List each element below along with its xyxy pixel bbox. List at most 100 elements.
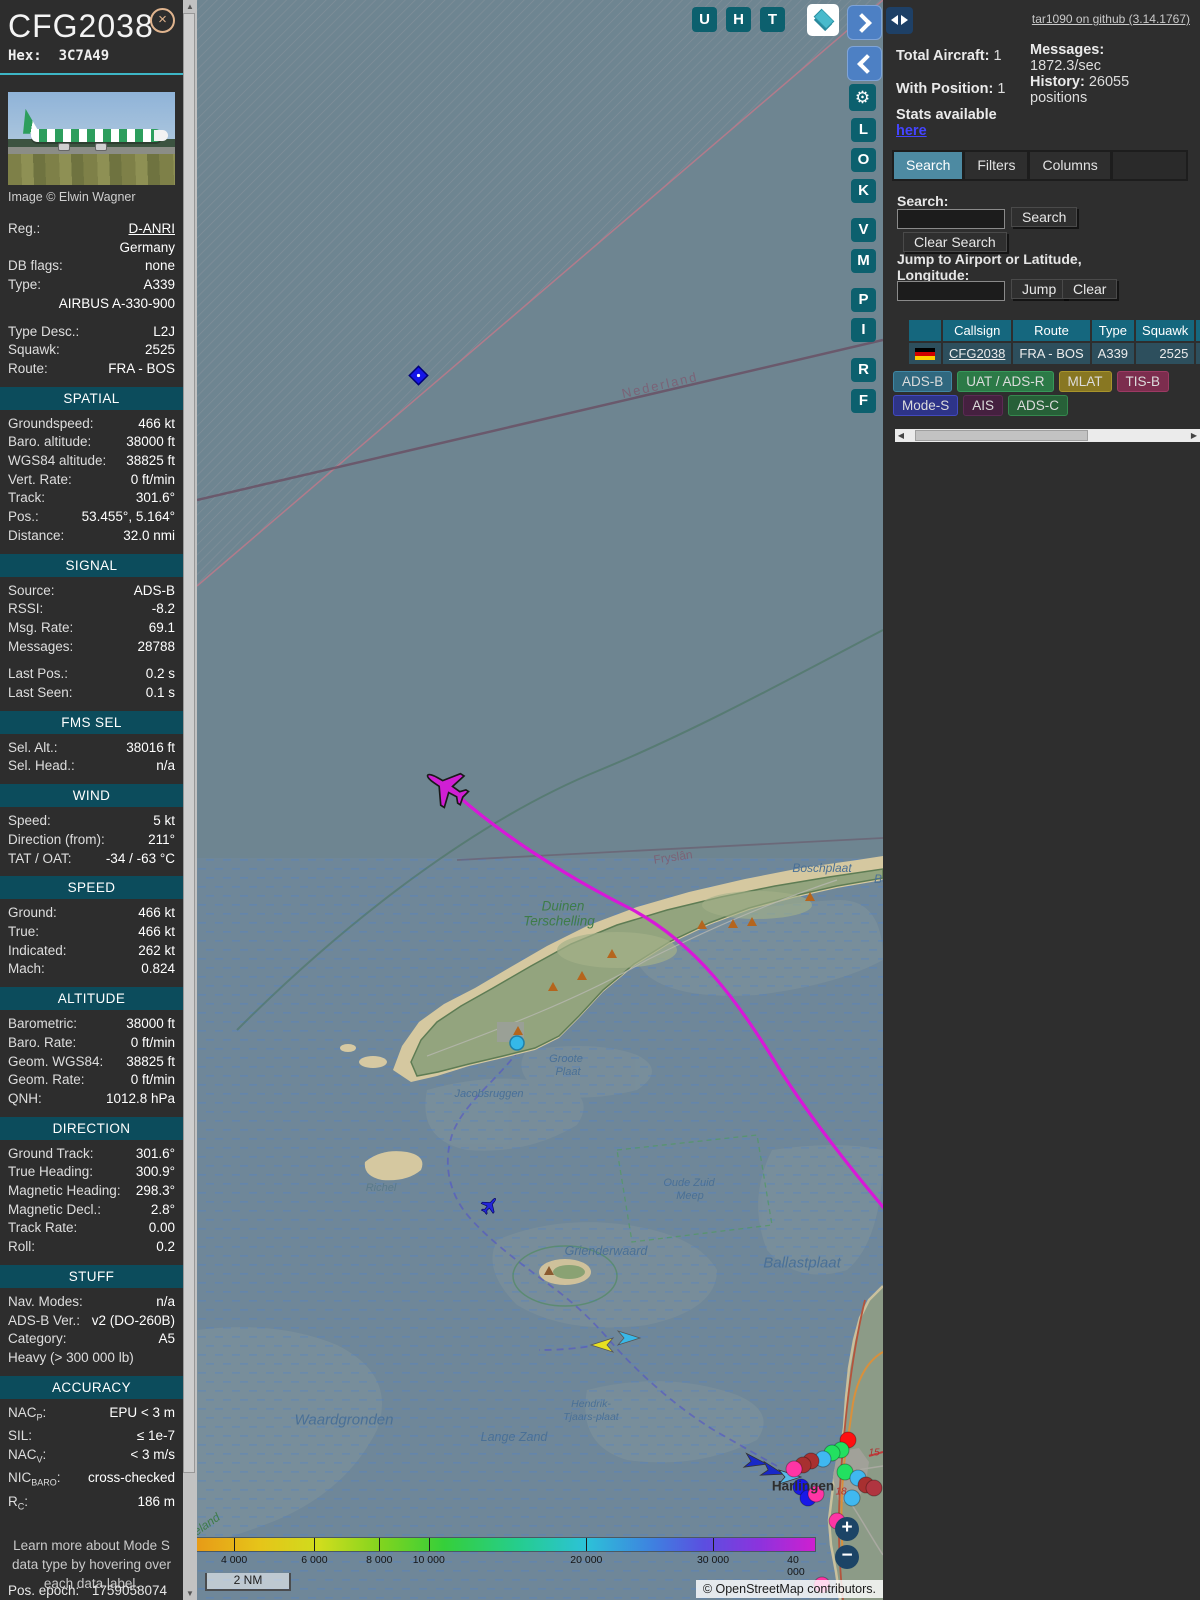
scale-tick-label: 40 000 bbox=[787, 1554, 805, 1578]
data-value: AIRBUS A-330-900 bbox=[58, 295, 175, 311]
zoom-in-button[interactable]: + bbox=[835, 1517, 859, 1541]
clear-button[interactable]: Clear bbox=[1062, 279, 1118, 299]
data-value: n/a bbox=[156, 758, 175, 774]
column-header[interactable]: Route bbox=[1013, 320, 1090, 341]
data-label: RC: bbox=[8, 1493, 29, 1512]
scale-tick-label: 6 000 bbox=[301, 1554, 328, 1566]
map-button-o[interactable]: O bbox=[851, 148, 876, 172]
jump-input[interactable] bbox=[897, 281, 1005, 301]
data-row: AIRBUS A-330-900 bbox=[8, 295, 175, 314]
sidebar-collapse-button[interactable] bbox=[847, 46, 882, 81]
map-button-f[interactable]: F bbox=[851, 389, 876, 413]
data-value: 32.0 nmi bbox=[123, 527, 175, 543]
data-row: Mach: 0.824 bbox=[8, 960, 175, 979]
scrollbar-thumb[interactable] bbox=[183, 13, 195, 1473]
table-row[interactable]: CFG2038 FRA - BOSA339252538000 bbox=[909, 343, 1200, 364]
data-row: Groundspeed: 466 kt bbox=[8, 415, 175, 434]
map-button-k[interactable]: K bbox=[851, 179, 876, 203]
data-label: True: bbox=[8, 923, 40, 939]
data-value[interactable]: D-ANRI bbox=[44, 220, 176, 239]
data-row: Baro. Rate: 0 ft/min bbox=[8, 1034, 175, 1053]
data-row: Germany bbox=[8, 239, 175, 258]
scale-tick-label: 10 000 bbox=[412, 1554, 445, 1566]
zoom-out-button[interactable]: − bbox=[835, 1545, 859, 1569]
sidebar-scrollbar[interactable]: ▲ ▼ bbox=[183, 0, 197, 1600]
map-button-l[interactable]: L bbox=[851, 118, 876, 142]
data-value: 301.6° bbox=[135, 1145, 175, 1161]
data-row: Geom. WGS84: 38825 ft bbox=[8, 1053, 175, 1072]
map-button-m[interactable]: M bbox=[851, 249, 876, 273]
map-label: Hendrik- bbox=[571, 1398, 611, 1410]
tab-filters[interactable]: Filters bbox=[965, 152, 1028, 179]
scroll-right-icon[interactable]: ▶ bbox=[1188, 429, 1200, 442]
search-input[interactable] bbox=[897, 209, 1005, 229]
layers-icon[interactable] bbox=[807, 4, 839, 36]
scroll-up-icon[interactable]: ▲ bbox=[183, 0, 197, 13]
scroll-down-icon[interactable]: ▼ bbox=[183, 1587, 197, 1600]
data-value: 69.1 bbox=[148, 619, 175, 635]
data-row: Geom. Rate: 0 ft/min bbox=[8, 1071, 175, 1090]
map-button-t[interactable]: T bbox=[760, 7, 785, 32]
column-header[interactable]: Callsign bbox=[943, 320, 1012, 341]
data-label: Nav. Modes: bbox=[8, 1293, 83, 1309]
data-value: 0 ft/min bbox=[130, 1072, 175, 1088]
alt-cell: 38000 bbox=[1196, 343, 1200, 364]
clear-search-button[interactable]: Clear Search bbox=[903, 232, 1007, 252]
tab-search[interactable]: Search bbox=[894, 152, 963, 179]
data-row: Barometric: 38000 ft bbox=[8, 1015, 175, 1034]
jump-button[interactable]: Jump bbox=[1011, 279, 1068, 299]
data-value: 298.3° bbox=[135, 1183, 175, 1199]
column-header[interactable]: Alt. (ft) bbox=[1196, 320, 1200, 341]
source-badges-row1: ADS-B UAT / ADS-R MLAT TIS-B bbox=[893, 371, 1170, 392]
map-button-p[interactable]: P bbox=[851, 288, 876, 312]
data-label: Track: bbox=[8, 490, 45, 506]
data-row: Msg. Rate: 69.1 bbox=[8, 619, 175, 638]
vessel-dot-harbor[interactable] bbox=[509, 1035, 525, 1051]
data-row: TAT / OAT: -34 / -63 °C bbox=[8, 850, 175, 869]
map[interactable]: NederlandFryslânBoschplaatBoschpDuinenTe… bbox=[197, 0, 883, 1600]
map-button-r[interactable]: R bbox=[851, 358, 876, 382]
table-horizontal-scrollbar[interactable]: ◀ ▶ bbox=[895, 429, 1200, 442]
data-row: Track Rate: 0.00 bbox=[8, 1219, 175, 1238]
github-link[interactable]: tar1090 on github (3.14.1767) bbox=[1032, 12, 1190, 26]
data-value: 2.8° bbox=[150, 1201, 175, 1217]
divider bbox=[0, 73, 183, 75]
map-button-v[interactable]: V bbox=[851, 218, 876, 242]
data-label: Magnetic Decl.: bbox=[8, 1201, 102, 1217]
aircraft-detail-panel: CFG2038 × Hex: 3C7A49 Image © Elwin Wagn… bbox=[0, 0, 183, 1600]
column-header[interactable] bbox=[909, 320, 941, 341]
map-button-i[interactable]: I bbox=[851, 318, 876, 342]
callsign-link[interactable]: CFG2038 bbox=[949, 346, 1005, 361]
data-row: Vert. Rate: 0 ft/min bbox=[8, 471, 175, 490]
tab-columns[interactable]: Columns bbox=[1030, 152, 1110, 179]
data-label: Magnetic Heading: bbox=[8, 1183, 121, 1199]
map-label: Duinen bbox=[541, 898, 585, 914]
sidebar-expand-button[interactable] bbox=[847, 5, 882, 40]
data-row: Distance: 32.0 nmi bbox=[8, 527, 175, 546]
map-attribution[interactable]: © OpenStreetMap contributors. bbox=[695, 1580, 883, 1598]
scale-tick-label: 8 000 bbox=[366, 1554, 393, 1566]
callsign-cell[interactable]: CFG2038 bbox=[943, 343, 1012, 364]
scroll-left-icon[interactable]: ◀ bbox=[895, 429, 907, 442]
section-header: ACCURACY bbox=[0, 1375, 183, 1399]
data-row: Sel. Head.: n/a bbox=[8, 757, 175, 776]
data-label: ADS-B Ver.: bbox=[8, 1312, 81, 1328]
data-value: 0 ft/min bbox=[130, 471, 175, 487]
stats-here-link[interactable]: here bbox=[896, 123, 927, 139]
map-label: 18 bbox=[835, 1486, 847, 1498]
data-row: Heavy (> 300 000 lb) bbox=[8, 1349, 175, 1368]
map-button-h[interactable]: H bbox=[726, 7, 751, 32]
close-icon[interactable]: × bbox=[150, 8, 175, 33]
data-value: 301.6° bbox=[135, 490, 175, 506]
search-button[interactable]: Search bbox=[1011, 207, 1078, 227]
column-header[interactable]: Squawk bbox=[1136, 320, 1195, 341]
toggle-panel-button[interactable] bbox=[886, 7, 913, 34]
map-button-u[interactable]: U bbox=[692, 7, 717, 32]
data-row: WGS84 altitude: 38825 ft bbox=[8, 452, 175, 471]
column-header[interactable]: Type bbox=[1091, 320, 1135, 341]
map-scale: 2 NM bbox=[205, 1573, 291, 1591]
hscrollbar-thumb[interactable] bbox=[915, 430, 1088, 441]
data-value: 0.00 bbox=[148, 1220, 175, 1236]
gear-icon[interactable]: ⚙ bbox=[849, 84, 876, 111]
section-header: SPEED bbox=[0, 876, 183, 900]
